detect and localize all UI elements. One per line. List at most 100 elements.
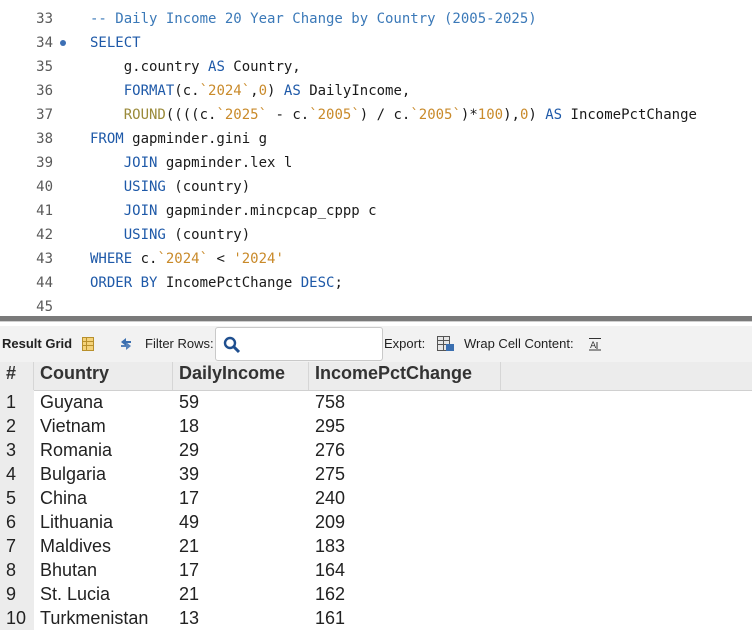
export-icon[interactable]: [437, 336, 455, 352]
code-token: ((((c.: [165, 107, 217, 123]
code-line[interactable]: 36 FORMAT(c.`2024`,0) AS DailyIncome,: [0, 79, 752, 103]
code-line[interactable]: 45: [0, 295, 752, 316]
code-token: (country): [165, 179, 251, 195]
code-token: DESC: [300, 275, 335, 291]
cell-dailyincome[interactable]: 17: [179, 486, 199, 510]
cell-incomepctchange[interactable]: 295: [315, 414, 345, 438]
code-line[interactable]: 40 USING (country): [0, 175, 752, 199]
code-line[interactable]: 39 JOIN gapminder.lex l: [0, 151, 752, 175]
code-text: JOIN gapminder.mincpcap_cppp c: [90, 199, 377, 223]
cell-dailyincome[interactable]: 29: [179, 438, 199, 462]
cell-incomepctchange[interactable]: 162: [315, 582, 345, 606]
cell-country[interactable]: Bhutan: [40, 558, 97, 582]
cell-incomepctchange[interactable]: 240: [315, 486, 345, 510]
cell-dailyincome[interactable]: 17: [179, 558, 199, 582]
cell-incomepctchange[interactable]: 164: [315, 558, 345, 582]
cell-incomepctchange[interactable]: 758: [315, 390, 345, 414]
row-number[interactable]: 5: [6, 486, 16, 510]
row-number[interactable]: 4: [6, 462, 16, 486]
cell-country[interactable]: Guyana: [40, 390, 103, 414]
row-number[interactable]: 3: [6, 438, 16, 462]
code-line[interactable]: 38 FROM gapminder.gini g: [0, 127, 752, 151]
cell-country[interactable]: China: [40, 486, 87, 510]
cell-dailyincome[interactable]: 21: [179, 534, 199, 558]
row-number[interactable]: 2: [6, 414, 16, 438]
cell-dailyincome[interactable]: 13: [179, 606, 199, 630]
cell-country[interactable]: Maldives: [40, 534, 111, 558]
row-number[interactable]: 9: [6, 582, 16, 606]
line-number: 41: [36, 203, 53, 219]
cell-dailyincome[interactable]: 18: [179, 414, 199, 438]
cell-country[interactable]: Lithuania: [40, 510, 113, 534]
line-number: 42: [36, 227, 53, 243]
cell-dailyincome[interactable]: 59: [179, 390, 199, 414]
code-text: JOIN gapminder.lex l: [90, 151, 293, 175]
cell-dailyincome[interactable]: 49: [179, 510, 199, 534]
code-token: IncomePctChange: [562, 107, 697, 123]
cell-incomepctchange[interactable]: 209: [315, 510, 345, 534]
pane-splitter[interactable]: [0, 316, 752, 322]
cell-country[interactable]: Bulgaria: [40, 462, 106, 486]
code-line[interactable]: 43 WHERE c.`2024` < '2024': [0, 247, 752, 271]
code-token: 0: [258, 83, 268, 99]
table-row[interactable]: 10 Turkmenistan 13 161: [0, 606, 752, 630]
code-token: <: [208, 251, 234, 267]
row-number[interactable]: 7: [6, 534, 16, 558]
cell-country[interactable]: Turkmenistan: [40, 606, 148, 630]
table-row[interactable]: 3 Romania 29 276: [0, 438, 752, 462]
grid-header: # Country DailyIncome IncomePctChange: [0, 362, 752, 391]
code-token: `2005`: [410, 107, 461, 123]
code-line[interactable]: 33 -- Daily Income 20 Year Change by Coun…: [0, 7, 752, 31]
row-number[interactable]: 10: [6, 606, 26, 630]
code-line[interactable]: 35 g.country AS Country,: [0, 55, 752, 79]
column-header-dailyincome[interactable]: DailyIncome: [173, 362, 309, 390]
cell-incomepctchange[interactable]: 161: [315, 606, 345, 630]
sql-editor[interactable]: 33 -- Daily Income 20 Year Change by Coun…: [0, 0, 752, 316]
refresh-icon[interactable]: [118, 337, 134, 351]
table-row[interactable]: 7 Maldives 21 183: [0, 534, 752, 558]
cell-country[interactable]: Vietnam: [40, 414, 106, 438]
column-header-country[interactable]: Country: [34, 362, 173, 390]
filter-rows-input[interactable]: [215, 327, 383, 361]
result-grid-tab[interactable]: Result Grid: [2, 326, 72, 362]
code-token: g.country: [90, 59, 209, 75]
wrap-icon[interactable]: A: [588, 337, 602, 351]
code-line[interactable]: 44 ORDER BY IncomePctChange DESC;: [0, 271, 752, 295]
code-token: IncomePctChange: [157, 275, 301, 291]
table-row[interactable]: 4 Bulgaria 39 275: [0, 462, 752, 486]
table-row[interactable]: 1 Guyana 59 758: [0, 390, 752, 414]
column-header-incomepctchange[interactable]: IncomePctChange: [309, 362, 501, 390]
table-row[interactable]: 8 Bhutan 17 164: [0, 558, 752, 582]
code-token: ),: [503, 107, 520, 123]
cell-incomepctchange[interactable]: 276: [315, 438, 345, 462]
code-line[interactable]: 42 USING (country): [0, 223, 752, 247]
row-number[interactable]: 1: [6, 390, 16, 414]
code-token: DailyIncome,: [300, 83, 411, 99]
code-token: (country): [165, 227, 251, 243]
code-line[interactable]: 34 SELECT: [0, 31, 752, 55]
cell-dailyincome[interactable]: 21: [179, 582, 199, 606]
table-row[interactable]: 2 Vietnam 18 295: [0, 414, 752, 438]
column-header-rownum[interactable]: #: [0, 362, 34, 390]
line-number: 45: [36, 299, 53, 315]
line-number: 36: [36, 83, 53, 99]
table-row[interactable]: 6 Lithuania 49 209: [0, 510, 752, 534]
cell-country[interactable]: St. Lucia: [40, 582, 110, 606]
cell-country[interactable]: Romania: [40, 438, 112, 462]
row-number[interactable]: 6: [6, 510, 16, 534]
row-number[interactable]: 8: [6, 558, 16, 582]
table-row[interactable]: 5 China 17 240: [0, 486, 752, 510]
cell-incomepctchange[interactable]: 183: [315, 534, 345, 558]
code-token: FORMAT: [123, 83, 175, 99]
code-line[interactable]: 41 JOIN gapminder.mincpcap_cppp c: [0, 199, 752, 223]
result-grid[interactable]: # Country DailyIncome IncomePctChange 1G…: [0, 362, 752, 630]
table-row[interactable]: 9 St. Lucia 21 162: [0, 582, 752, 606]
code-token: )*: [460, 107, 478, 123]
grid-icon[interactable]: [82, 337, 94, 351]
code-token: ;: [334, 275, 343, 291]
cell-dailyincome[interactable]: 39: [179, 462, 199, 486]
code-line[interactable]: 37 ROUND((((c.`2025` - c.`2005`) / c.`20…: [0, 103, 752, 127]
cell-incomepctchange[interactable]: 275: [315, 462, 345, 486]
